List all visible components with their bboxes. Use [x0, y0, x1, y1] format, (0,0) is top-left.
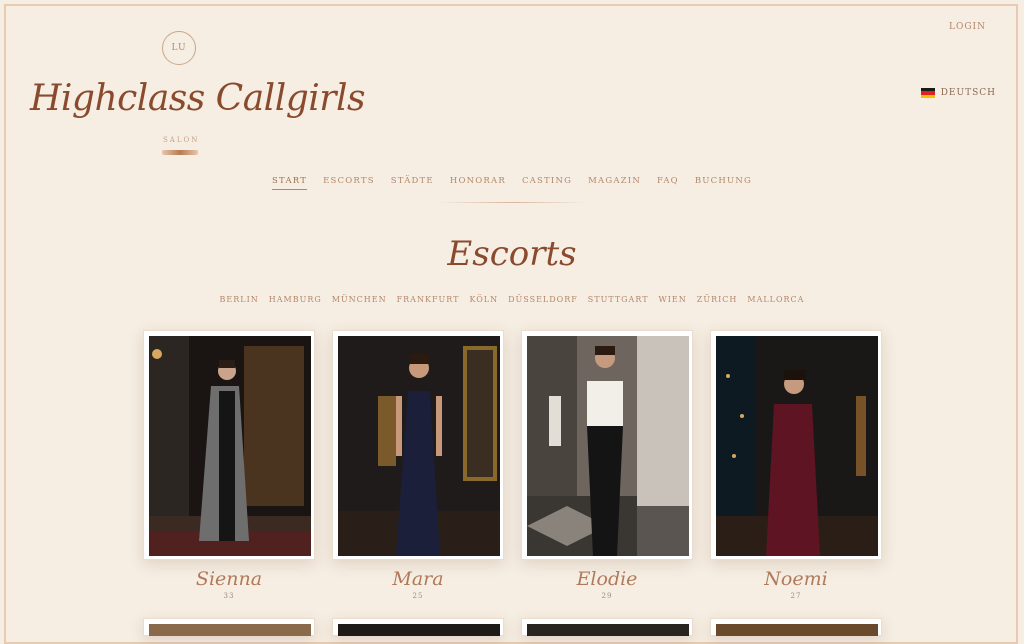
- city-link[interactable]: ZÜRICH: [697, 295, 738, 304]
- city-link[interactable]: KÖLN: [469, 295, 498, 304]
- nav-item-faq[interactable]: FAQ: [657, 176, 679, 190]
- profile-card[interactable]: [521, 618, 693, 636]
- main-nav: START ESCORTS STÄDTE HONORAR CASTING MAG…: [0, 176, 1024, 190]
- nav-item-start[interactable]: START: [272, 176, 308, 190]
- profile-photo[interactable]: [332, 618, 504, 636]
- german-flag-icon: [920, 88, 935, 98]
- profile-name[interactable]: Sienna: [143, 568, 315, 590]
- language-label: DEUTSCH: [940, 88, 996, 98]
- nav-divider: [436, 202, 588, 203]
- profile-photo[interactable]: [332, 330, 504, 560]
- login-link[interactable]: LOGIN: [949, 22, 986, 32]
- nav-item-magazin[interactable]: MAGAZIN: [588, 176, 641, 190]
- profile-photo[interactable]: [521, 330, 693, 560]
- profile-age: 29: [601, 592, 613, 600]
- profile-photo[interactable]: [143, 330, 315, 560]
- profile-photo-image: [716, 624, 878, 636]
- nav-item-honorar[interactable]: HONORAR: [450, 176, 506, 190]
- profile-name[interactable]: Mara: [332, 568, 504, 590]
- city-filter: BERLIN HAMBURG MÜNCHEN FRANKFURT KÖLN DÜ…: [0, 295, 1024, 304]
- profile-photo[interactable]: [143, 618, 315, 636]
- profile-card[interactable]: Elodie 29: [521, 330, 693, 600]
- profile-card[interactable]: [143, 618, 315, 636]
- brand-underline: [162, 150, 198, 155]
- profile-card[interactable]: Mara 25: [332, 330, 504, 600]
- profile-photo-image: [338, 624, 500, 636]
- profile-photo-image: [527, 336, 689, 556]
- profile-name[interactable]: Elodie: [521, 568, 693, 590]
- profile-grid: Sienna 33 Mara 25 Elodie 29 Noemi 27: [143, 330, 882, 636]
- profile-card[interactable]: Noemi 27: [710, 330, 882, 600]
- profile-photo[interactable]: [710, 330, 882, 560]
- city-link[interactable]: MÜNCHEN: [332, 295, 387, 304]
- city-link[interactable]: FRANKFURT: [397, 295, 460, 304]
- city-link[interactable]: STUTTGART: [588, 295, 649, 304]
- profile-card[interactable]: [332, 618, 504, 636]
- profile-age: 27: [790, 592, 802, 600]
- profile-photo[interactable]: [710, 618, 882, 636]
- city-link[interactable]: MALLORCA: [747, 295, 804, 304]
- profile-photo-image: [338, 336, 500, 556]
- profile-name[interactable]: Noemi: [710, 568, 882, 590]
- profile-photo[interactable]: [521, 618, 693, 636]
- profile-card[interactable]: [710, 618, 882, 636]
- city-link[interactable]: DÜSSELDORF: [508, 295, 578, 304]
- city-link[interactable]: BERLIN: [220, 295, 259, 304]
- profile-card[interactable]: Sienna 33: [143, 330, 315, 600]
- nav-item-buchung[interactable]: BUCHUNG: [695, 176, 752, 190]
- profile-photo-image: [716, 336, 878, 556]
- language-selector[interactable]: DEUTSCH: [920, 88, 996, 98]
- nav-item-casting[interactable]: CASTING: [522, 176, 572, 190]
- brand-subtitle: SALON: [163, 136, 200, 144]
- page-title: Escorts: [447, 234, 577, 274]
- profile-age: 33: [223, 592, 235, 600]
- logo-badge[interactable]: LU: [162, 31, 196, 65]
- profile-photo-image: [527, 624, 689, 636]
- profile-photo-image: [149, 336, 311, 556]
- nav-item-staedte[interactable]: STÄDTE: [391, 176, 434, 190]
- city-link[interactable]: HAMBURG: [269, 295, 322, 304]
- profile-photo-image: [149, 624, 311, 636]
- profile-age: 25: [412, 592, 424, 600]
- nav-item-escorts[interactable]: ESCORTS: [323, 176, 375, 190]
- city-link[interactable]: WIEN: [659, 295, 687, 304]
- brand-title[interactable]: Highclass Callgirls: [30, 78, 365, 119]
